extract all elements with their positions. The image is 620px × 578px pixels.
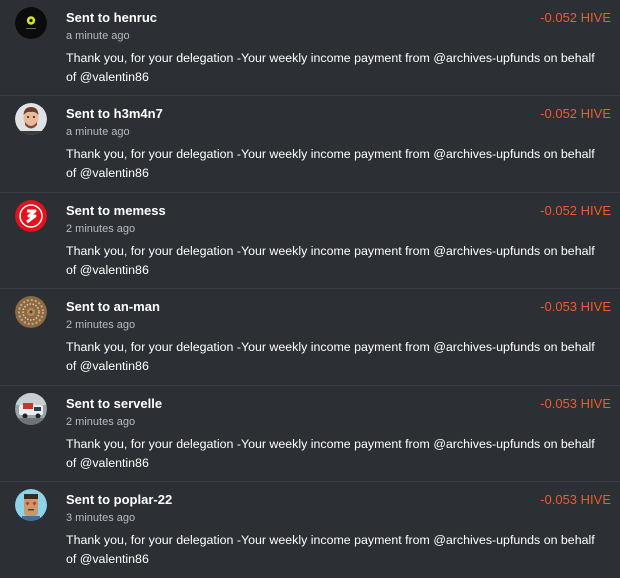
an-man-avatar-icon[interactable] <box>15 296 47 329</box>
transaction-amount: -0.053 HIVE <box>540 491 611 507</box>
transaction-memo: Thank you, for your delegation -Your wee… <box>66 243 595 277</box>
transaction-amount: -0.052 HIVE <box>540 106 611 122</box>
transaction-time: a minute ago <box>66 30 130 42</box>
transaction-row: Sent to an-man 2 minutes ago -0.053 HIVE… <box>0 289 620 386</box>
transaction-time: 2 minutes ago <box>66 319 136 332</box>
transaction-time: 2 minutes ago <box>66 415 136 428</box>
transaction-title: Sent to servelle <box>66 395 163 411</box>
transaction-memo: Thank you, for your delegation -Your wee… <box>66 340 595 374</box>
transaction-memo: Thank you, for your delegation -Your wee… <box>66 532 595 566</box>
transaction-row: Sent to h3m4n7 a minute ago -0.052 HIVE … <box>0 96 620 193</box>
transaction-memo: Thank you, for your delegation -Your wee… <box>66 147 595 181</box>
transaction-amount: -0.053 HIVE <box>540 299 611 315</box>
transaction-time: 3 minutes ago <box>66 511 136 524</box>
transaction-row: Sent to henruc a minute ago -0.052 HIVE … <box>0 0 620 97</box>
transaction-memo: Thank you, for your delegation -Your wee… <box>66 436 595 470</box>
transaction-row: Sent to servelle 2 minutes ago -0.053 HI… <box>0 386 620 482</box>
transaction-time: 2 minutes ago <box>66 222 136 235</box>
transaction-amount: -0.053 HIVE <box>540 395 611 411</box>
transaction-amount: -0.052 HIVE <box>540 10 611 25</box>
poplar-22-avatar-icon[interactable] <box>15 488 47 521</box>
transaction-list: Sent to henruc a minute ago -0.052 HIVE … <box>0 0 620 578</box>
memess-avatar-icon[interactable] <box>15 199 47 232</box>
henruc-avatar-icon[interactable] <box>15 7 47 39</box>
transaction-time: a minute ago <box>66 126 130 139</box>
transaction-title: Sent to memess <box>66 202 166 218</box>
transaction-row: Sent to memess 2 minutes ago -0.052 HIVE… <box>0 193 620 290</box>
transaction-title: Sent to an-man <box>66 299 160 315</box>
h3m4n7-avatar-icon[interactable] <box>15 103 47 136</box>
transaction-title: Sent to henruc <box>66 10 158 25</box>
transaction-title: Sent to h3m4n7 <box>66 106 163 122</box>
transaction-title: Sent to poplar-22 <box>66 491 173 507</box>
transaction-amount: -0.052 HIVE <box>540 202 611 218</box>
servelle-avatar-icon[interactable] <box>15 392 47 425</box>
transaction-memo: Thank you, for your delegation -Your wee… <box>66 51 595 84</box>
transaction-row: Sent to poplar-22 3 minutes ago -0.053 H… <box>0 482 620 578</box>
